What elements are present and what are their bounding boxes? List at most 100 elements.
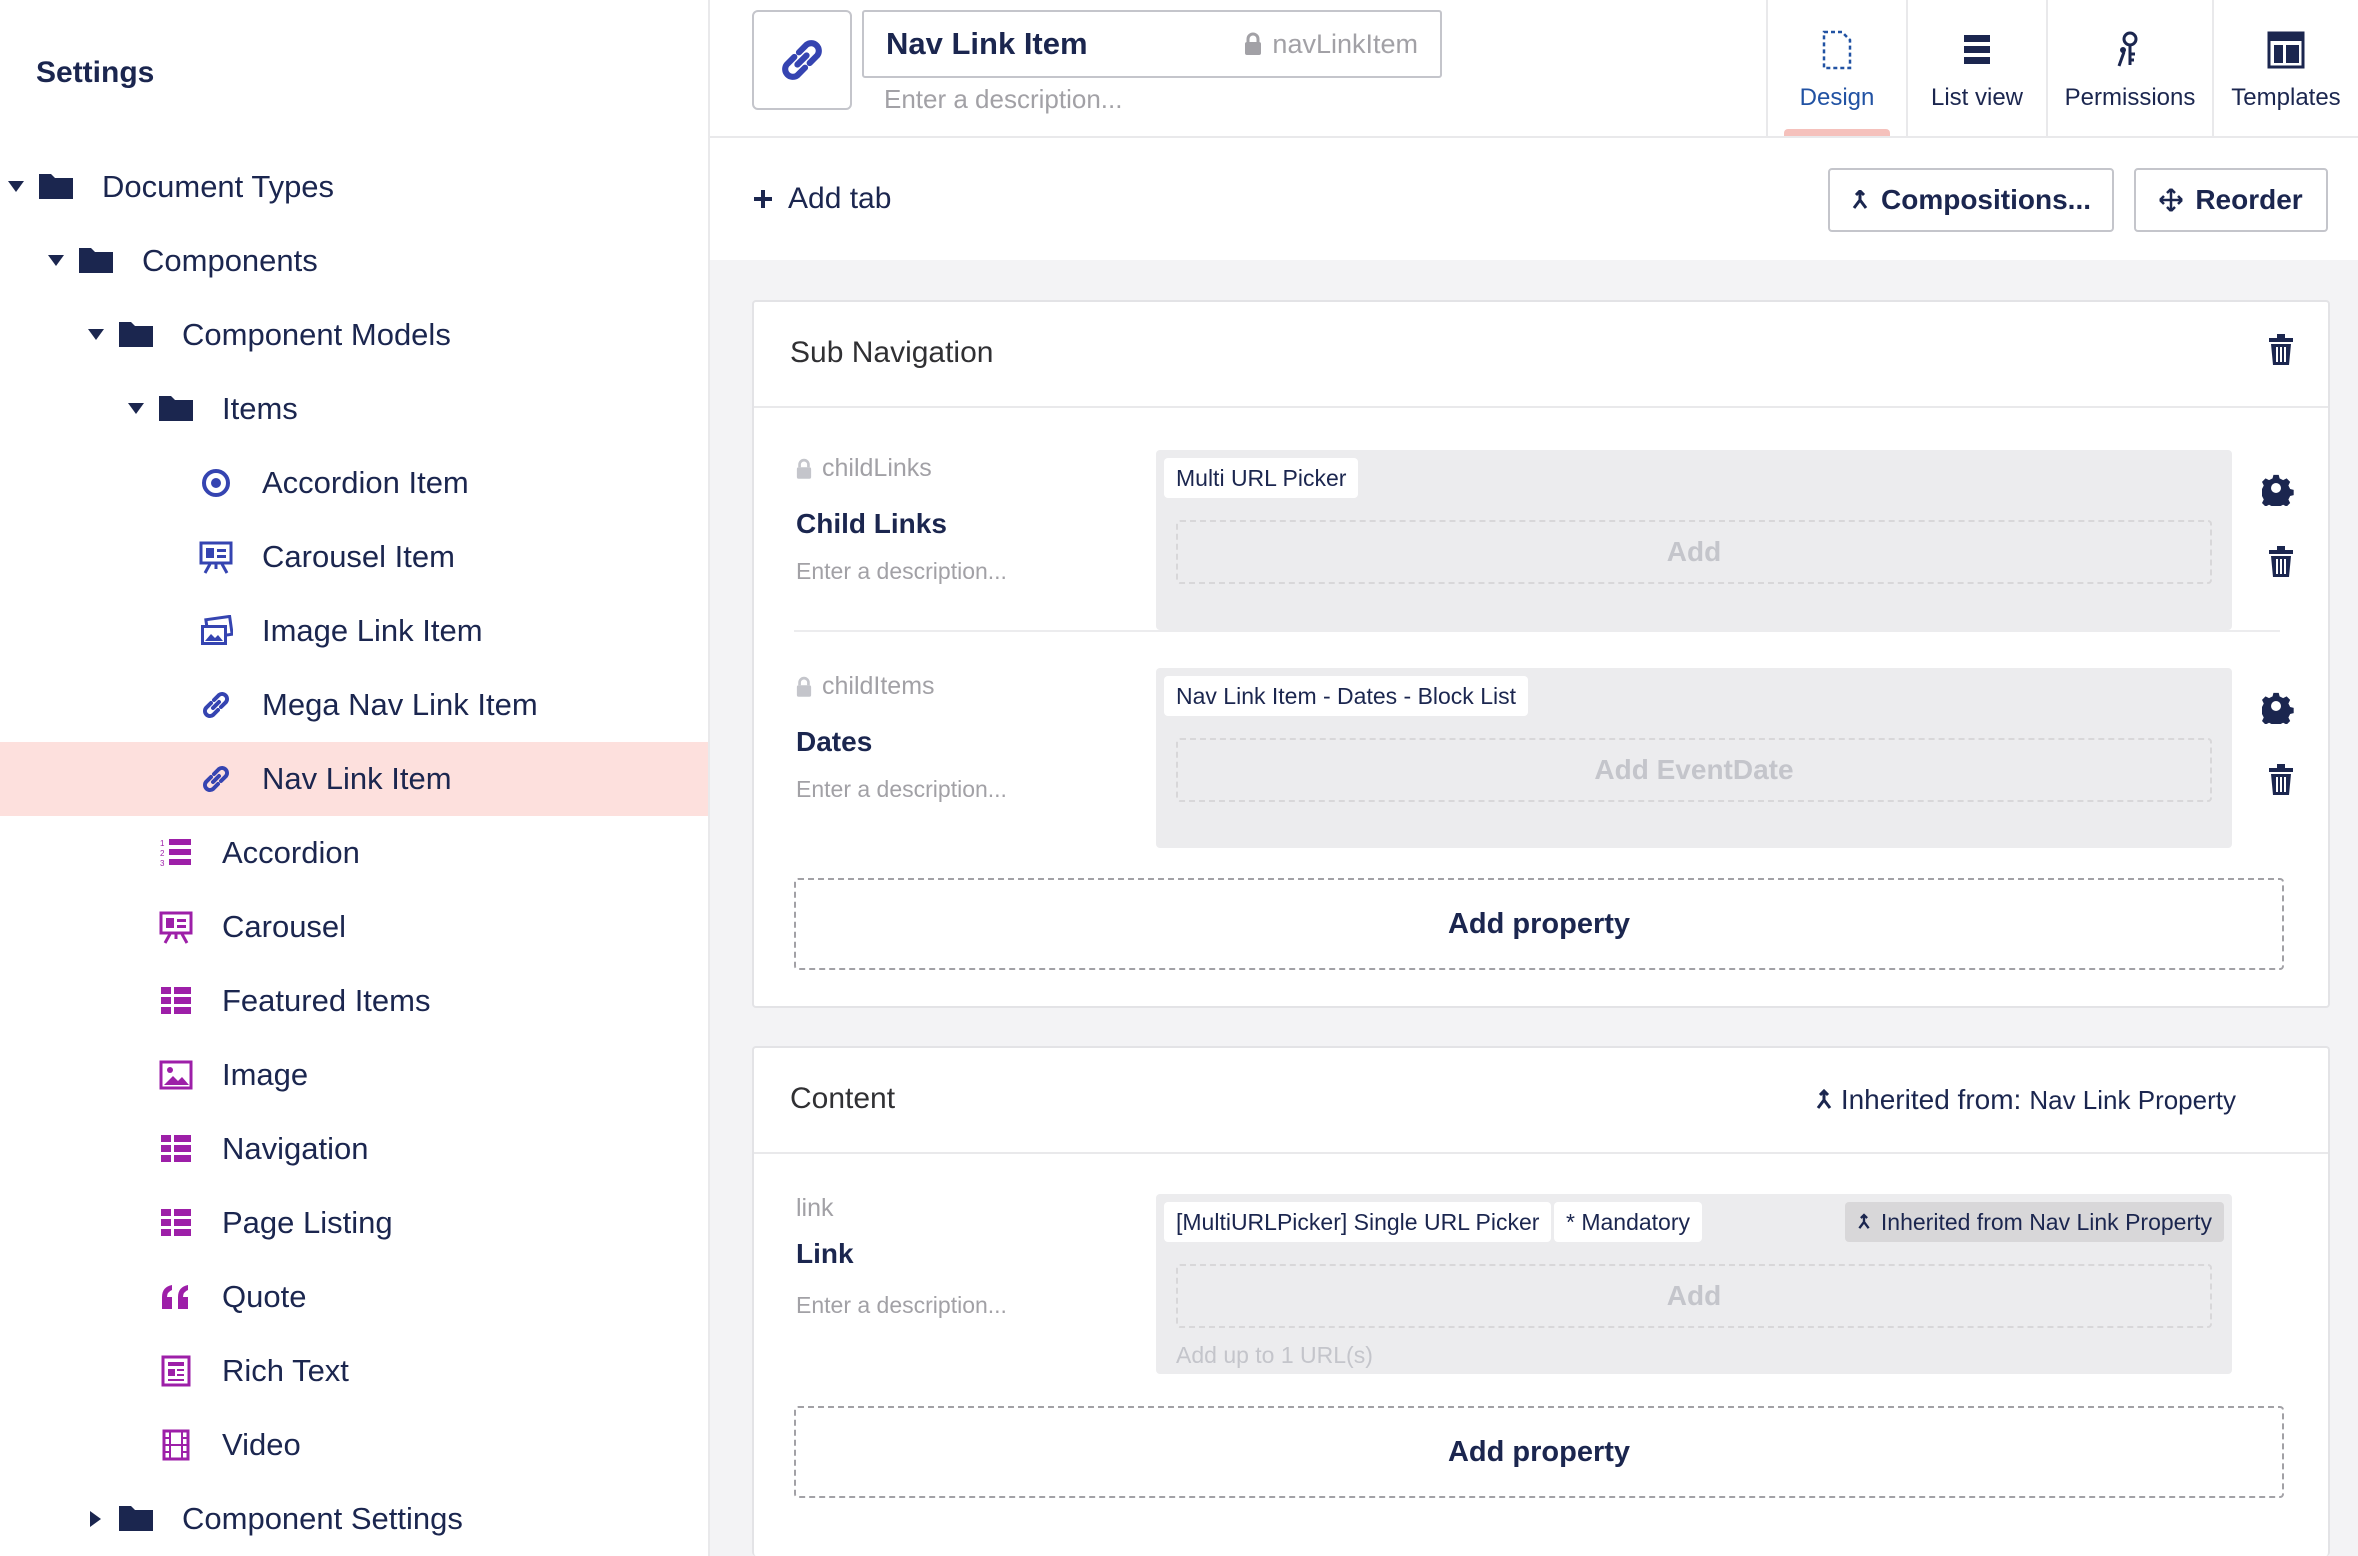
article-icon [156, 1351, 196, 1391]
reorder-button[interactable]: Reorder [2134, 168, 2328, 232]
caret-right-icon[interactable] [90, 1511, 101, 1527]
inherited-prefix: Inherited from: [1840, 1084, 2022, 1115]
add-placeholder: Add [1176, 1264, 2212, 1328]
tab-design[interactable]: Design [1766, 0, 1906, 136]
tree-item-label: Image [222, 1057, 309, 1092]
tree-item-label: Carousel Item [262, 539, 455, 574]
tree-item-component-models[interactable]: Component Models [0, 298, 708, 372]
tree-item-mega-nav-link-item[interactable]: Mega Nav Link Item [0, 668, 708, 742]
pictures-icon [196, 611, 236, 651]
tab-label: Templates [2231, 84, 2341, 111]
design-toolbar: Add tab Compositions... Reorder [710, 138, 2358, 260]
tree-item-quote[interactable]: Quote [0, 1260, 708, 1334]
document-type-tree: Document Types Components Component Mode… [0, 150, 708, 1556]
editor-tag: Nav Link Item - Dates - Block List [1164, 676, 1528, 716]
tree-item-label: Image Link Item [262, 613, 483, 648]
caret-down-icon[interactable] [128, 403, 144, 414]
property-alias-text: link [796, 1194, 834, 1222]
merge-icon [1852, 190, 1868, 209]
property-alias[interactable]: childLinks [796, 454, 932, 483]
property-name[interactable]: Dates [796, 726, 872, 758]
tree-item-label: Mega Nav Link Item [262, 687, 538, 722]
tab-list-view[interactable]: List view [1906, 0, 2046, 136]
tab-label: List view [1930, 84, 2024, 111]
caret-down-icon[interactable] [8, 181, 24, 192]
tree-item-carousel[interactable]: Carousel [0, 890, 708, 964]
document-type-name-input[interactable]: Nav Link Item navLinkItem [862, 10, 1442, 78]
tree-item-items[interactable]: Items [0, 372, 708, 446]
link-icon [782, 40, 822, 80]
tree-item-carousel-item[interactable]: Carousel Item [0, 520, 708, 594]
property-settings-button[interactable] [2258, 474, 2294, 511]
tree-item-label: Rich Text [222, 1353, 349, 1388]
alias-field[interactable]: navLinkItem [1244, 12, 1418, 76]
tree-item-label: Items [222, 391, 298, 426]
folder-icon [76, 239, 116, 279]
add-tab-button[interactable]: Add tab [752, 182, 891, 216]
layout-icon [2267, 28, 2305, 72]
group-title[interactable]: Sub Navigation [790, 336, 993, 370]
delete-group-button[interactable] [2268, 334, 2294, 371]
inherited-source: Nav Link Property [2029, 1084, 2236, 1115]
compositions-button[interactable]: Compositions... [1828, 168, 2114, 232]
delete-property-button[interactable] [2268, 764, 2294, 801]
property-link: link Link Enter a description... [MultiU… [754, 1154, 2328, 1374]
delete-property-button[interactable] [2268, 546, 2294, 583]
tree-item-accordion[interactable]: 123 Accordion [0, 816, 708, 890]
property-editor-preview[interactable]: Multi URL Picker Add [1156, 450, 2232, 630]
tab-label: Design [1799, 84, 1875, 111]
tree-item-accordion-item[interactable]: Accordion Item [0, 446, 708, 520]
merge-icon [1816, 1089, 1832, 1109]
lock-icon[interactable] [796, 458, 812, 480]
property-alias[interactable]: childItems [796, 672, 935, 701]
add-property-button[interactable]: Add property [794, 878, 2284, 970]
add-placeholder: Add [1176, 520, 2212, 584]
keys-icon [2115, 28, 2145, 72]
tree-item-image[interactable]: Image [0, 1038, 708, 1112]
tree-item-label: Accordion Item [262, 465, 469, 500]
property-alias-text: childItems [822, 672, 935, 700]
property-description[interactable]: Enter a description... [796, 558, 1007, 585]
editor-header: Nav Link Item navLinkItem Enter a descri… [710, 0, 2358, 138]
description-input[interactable]: Enter a description... [884, 84, 1122, 115]
property-description[interactable]: Enter a description... [796, 776, 1007, 803]
document-type-icon-picker[interactable] [752, 10, 852, 110]
property-settings-button[interactable] [2258, 692, 2294, 729]
reorder-label: Reorder [2195, 184, 2303, 215]
alias-text: navLinkItem [1272, 28, 1418, 59]
tree-item-nav-link-item[interactable]: Nav Link Item [0, 742, 708, 816]
tree-item-label: Accordion [222, 835, 360, 870]
tree-item-page-listing[interactable]: Page Listing [0, 1186, 708, 1260]
tree-item-document-types[interactable]: Document Types [0, 150, 708, 224]
tree-item-video[interactable]: Video [0, 1408, 708, 1482]
tree-item-featured-items[interactable]: Featured Items [0, 964, 708, 1038]
tree-item-component-settings[interactable]: Component Settings [0, 1482, 708, 1556]
lock-icon[interactable] [1244, 32, 1262, 56]
property-description: Enter a description... [796, 1292, 1007, 1318]
caret-down-icon[interactable] [88, 329, 104, 340]
group-sub-navigation: Sub Navigation childLinks Child Links En… [752, 300, 2330, 1008]
sidebar-title: Settings [36, 56, 155, 89]
caret-down-icon[interactable] [48, 255, 64, 266]
property-name[interactable]: Child Links [796, 508, 947, 540]
property-editor-preview[interactable]: Nav Link Item - Dates - Block List Add E… [1156, 668, 2232, 848]
tree-item-rich-text[interactable]: Rich Text [0, 1334, 708, 1408]
grid-list-icon [156, 981, 196, 1021]
property-alias: link [796, 1194, 834, 1223]
tab-label: Permissions [2064, 84, 2196, 111]
add-property-button[interactable]: Add property [794, 1406, 2284, 1498]
url-limit-hint: Add up to 1 URL(s) [1176, 1342, 1373, 1368]
lock-icon[interactable] [796, 676, 812, 698]
tree-item-label: Featured Items [222, 983, 431, 1018]
tree-item-label: Quote [222, 1279, 307, 1314]
tab-permissions[interactable]: Permissions [2046, 0, 2212, 136]
tree-item-label: Document Types [102, 169, 335, 204]
tree-item-components[interactable]: Components [0, 224, 708, 298]
list-icon [1963, 28, 1991, 72]
grid-list-icon [156, 1129, 196, 1169]
tree-item-navigation[interactable]: Navigation [0, 1112, 708, 1186]
presentation-icon [156, 907, 196, 947]
inherited-tag-text: Inherited from Nav Link Property [1880, 1208, 2212, 1235]
tab-templates[interactable]: Templates [2212, 0, 2358, 136]
tree-item-image-link-item[interactable]: Image Link Item [0, 594, 708, 668]
